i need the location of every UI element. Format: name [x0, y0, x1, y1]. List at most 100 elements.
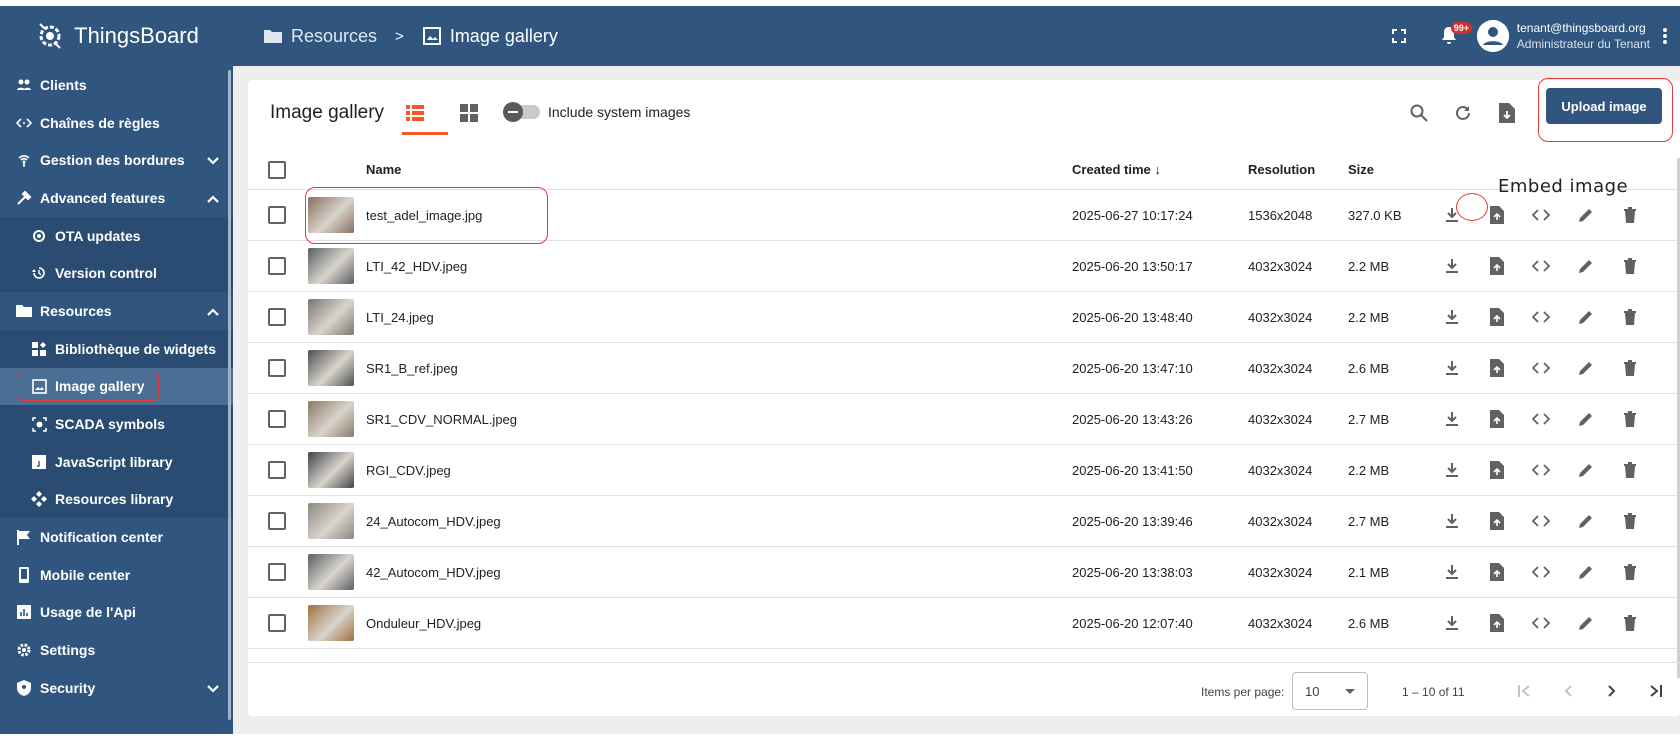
edit-pencil-icon[interactable] [1564, 607, 1609, 639]
sidebar-item-resources[interactable]: Resources [0, 292, 233, 330]
delete-icon[interactable] [1608, 403, 1653, 435]
row-checkbox[interactable] [268, 359, 286, 377]
export-file-icon[interactable] [1475, 505, 1520, 537]
export-file-icon[interactable] [1475, 250, 1520, 282]
image-thumbnail[interactable] [308, 350, 354, 386]
fullscreen-icon[interactable] [1379, 16, 1419, 56]
image-name[interactable]: LTI_42_HDV.jpeg [366, 241, 467, 291]
image-thumbnail[interactable] [308, 452, 354, 488]
chevron-down-icon[interactable] [207, 680, 219, 696]
delete-icon[interactable] [1608, 352, 1653, 384]
delete-icon[interactable] [1608, 199, 1653, 231]
select-all-checkbox[interactable] [268, 160, 286, 179]
sidebar-item-mobile-center[interactable]: Mobile center [0, 556, 233, 594]
image-name[interactable]: 42_Autocom_HDV.jpeg [366, 547, 501, 597]
upload-image-button[interactable]: Upload image [1546, 88, 1662, 124]
edit-pencil-icon[interactable] [1564, 505, 1609, 537]
column-name[interactable]: Name [366, 150, 401, 189]
table-row[interactable]: RGI_CDV.jpeg 2025-06-20 13:41:50 4032x3024… [248, 445, 1680, 496]
delete-icon[interactable] [1608, 250, 1653, 282]
table-row[interactable]: SR1_CDV_NORMAL.jpeg 2025-06-20 13:43:26 40… [248, 394, 1680, 445]
row-checkbox[interactable] [268, 512, 286, 530]
sidebar-item-gestion-des-bordures[interactable]: Gestion des bordures [0, 141, 233, 179]
app-logo[interactable]: ThingsBoard [0, 6, 233, 66]
chevron-up-icon[interactable] [207, 190, 219, 206]
sidebar-item-javascript-library[interactable]: JavaScript library [0, 442, 233, 481]
list-view-icon[interactable] [402, 100, 428, 126]
table-row[interactable]: LTI_24.jpeg 2025-06-20 13:48:40 4032x3024 2… [248, 292, 1680, 343]
next-page-icon[interactable] [1590, 677, 1634, 705]
table-row[interactable]: 24_Autocom_HDV.jpeg 2025-06-20 13:39:46 40… [248, 496, 1680, 547]
embed-code-icon[interactable] [1519, 556, 1564, 588]
row-checkbox[interactable] [268, 257, 286, 275]
image-thumbnail[interactable] [308, 299, 354, 335]
image-name[interactable]: SR1_CDV_NORMAL.jpeg [366, 394, 517, 444]
refresh-icon[interactable] [1450, 100, 1476, 126]
image-name[interactable]: 24_Autocom_HDV.jpeg [366, 496, 501, 546]
edit-pencil-icon[interactable] [1564, 250, 1609, 282]
delete-icon[interactable] [1608, 556, 1653, 588]
image-name[interactable]: Onduleur_HDV.jpeg [366, 598, 481, 648]
sidebar-item-version-control[interactable]: Version control [0, 254, 233, 293]
import-file-icon[interactable] [1494, 100, 1520, 126]
delete-icon[interactable] [1608, 301, 1653, 333]
search-icon[interactable] [1406, 100, 1432, 126]
image-name[interactable]: SR1_B_ref.jpeg [366, 343, 458, 393]
embed-code-icon[interactable] [1519, 607, 1564, 639]
embed-code-icon[interactable] [1519, 352, 1564, 384]
column-resolution[interactable]: Resolution [1248, 150, 1315, 189]
embed-code-icon[interactable] [1519, 250, 1564, 282]
table-row[interactable]: 42_Autocom_HDV.jpeg 2025-06-20 13:38:03 40… [248, 547, 1680, 598]
sidebar-item-cha-nes-de-r-gles[interactable]: Chaînes de règles [0, 104, 233, 142]
edit-pencil-icon[interactable] [1564, 556, 1609, 588]
embed-code-icon[interactable] [1519, 403, 1564, 435]
image-thumbnail[interactable] [308, 554, 354, 590]
row-checkbox[interactable] [268, 410, 286, 428]
delete-icon[interactable] [1608, 607, 1653, 639]
sidebar-item-resources-library[interactable]: Resources library [0, 480, 233, 519]
export-file-icon[interactable] [1475, 454, 1520, 486]
chevron-up-icon[interactable] [207, 303, 219, 319]
row-checkbox[interactable] [268, 461, 286, 479]
image-thumbnail[interactable] [308, 248, 354, 284]
edit-pencil-icon[interactable] [1564, 454, 1609, 486]
sidebar-item-biblioth-que-de-widgets[interactable]: Bibliothèque de widgets [0, 329, 233, 368]
sidebar-item-security[interactable]: Security [0, 669, 233, 707]
export-file-icon[interactable] [1475, 352, 1520, 384]
sidebar-scrollbar[interactable] [228, 70, 231, 720]
export-file-icon[interactable] [1475, 607, 1520, 639]
sidebar-item-image-gallery[interactable]: Image gallery [0, 367, 233, 406]
table-row[interactable]: SR1_B_ref.jpeg 2025-06-20 13:47:10 4032x30… [248, 343, 1680, 394]
image-thumbnail[interactable] [308, 503, 354, 539]
table-row[interactable]: LTI_42_HDV.jpeg 2025-06-20 13:50:17 4032x3… [248, 241, 1680, 292]
sidebar-item-scada-symbols[interactable]: SCADA symbols [0, 405, 233, 443]
edit-pencil-icon[interactable] [1564, 403, 1609, 435]
last-page-icon[interactable] [1634, 677, 1678, 705]
previous-page-icon[interactable] [1546, 677, 1590, 705]
embed-code-icon[interactable] [1519, 199, 1564, 231]
download-icon[interactable] [1430, 352, 1475, 384]
edit-pencil-icon[interactable] [1564, 301, 1609, 333]
table-row[interactable]: Onduleur_HDV.jpeg 2025-06-20 12:07:40 4032… [248, 598, 1680, 649]
image-thumbnail[interactable] [308, 401, 354, 437]
sidebar-item-usage-de-l-api[interactable]: Usage de l'Api [0, 594, 233, 632]
export-file-icon[interactable] [1475, 301, 1520, 333]
download-icon[interactable] [1430, 505, 1475, 537]
notifications-bell-icon[interactable]: 99+ [1429, 16, 1473, 56]
row-checkbox[interactable] [268, 206, 286, 224]
image-thumbnail[interactable] [308, 605, 354, 641]
include-system-images-toggle[interactable]: Include system images [503, 102, 690, 122]
user-menu[interactable]: tenant@thingsboard.org Administrateur du… [1476, 20, 1650, 52]
row-checkbox[interactable] [268, 563, 286, 581]
edit-pencil-icon[interactable] [1564, 199, 1609, 231]
export-file-icon[interactable] [1475, 403, 1520, 435]
row-checkbox[interactable] [268, 308, 286, 326]
edit-pencil-icon[interactable] [1564, 352, 1609, 384]
image-name[interactable]: LTI_24.jpeg [366, 292, 434, 342]
more-vert-icon[interactable] [1650, 28, 1680, 44]
embed-code-icon[interactable] [1519, 505, 1564, 537]
grid-view-icon[interactable] [456, 100, 482, 126]
download-icon[interactable] [1430, 556, 1475, 588]
embed-code-icon[interactable] [1519, 301, 1564, 333]
first-page-icon[interactable] [1502, 677, 1546, 705]
